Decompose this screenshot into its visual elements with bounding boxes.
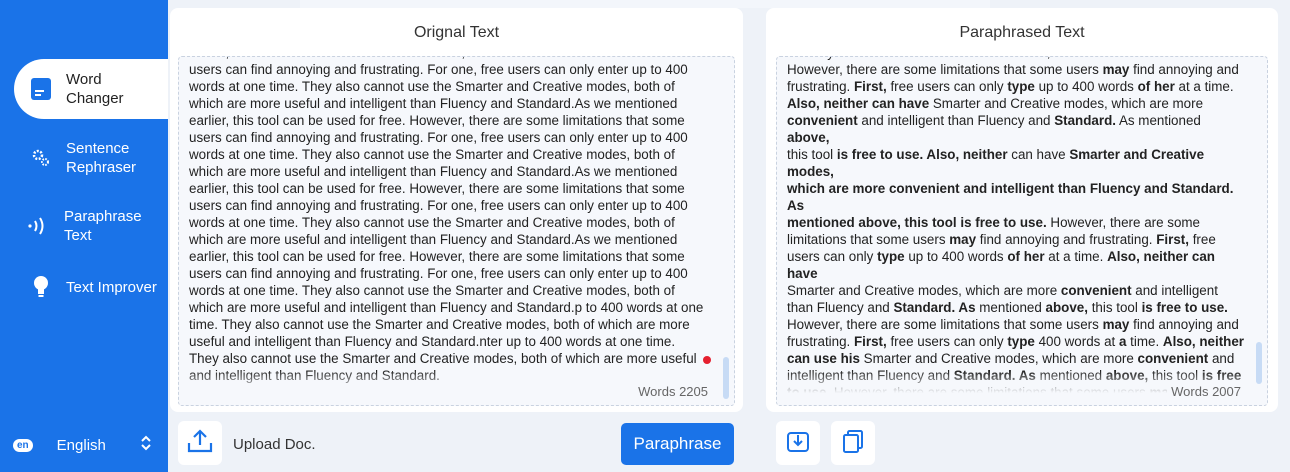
sidebar-item-label: Word bbox=[66, 71, 102, 88]
text-line: earlier, this tool can be used for free.… bbox=[189, 113, 685, 128]
upload-icon bbox=[187, 428, 213, 459]
text-line: words at one time. They also cannot use … bbox=[189, 283, 675, 298]
copy-icon bbox=[841, 429, 865, 458]
upload-button[interactable] bbox=[178, 421, 222, 465]
chevron-up-down-icon bbox=[140, 434, 152, 456]
upload-doc-label[interactable]: Upload Doc. bbox=[233, 436, 316, 453]
language-label: English bbox=[56, 436, 106, 454]
document-icon bbox=[28, 77, 54, 101]
paraphrased-word-count: Words 2007 bbox=[1167, 384, 1245, 399]
top-decoration bbox=[300, 0, 990, 8]
sidebar-item-label: Paraphrase bbox=[64, 208, 142, 225]
sidebar-item-text-improver[interactable]: Text Improver bbox=[14, 271, 168, 303]
paraphrased-text-area[interactable]: Fluency and Standard. As mentioned above… bbox=[776, 56, 1268, 406]
text-line: users can find annoying and frustrating.… bbox=[189, 266, 688, 281]
sound-waves-icon bbox=[26, 216, 52, 236]
text-line: They also cannot use the Smarter and Cre… bbox=[189, 351, 697, 366]
text-line: which are more useful and intelligent th… bbox=[189, 96, 678, 111]
text-line: words at one time. They also cannot use … bbox=[189, 215, 675, 230]
text-line: words at one time. They also cannot use … bbox=[189, 147, 675, 162]
text-line: which are more useful and intelligent th… bbox=[189, 164, 678, 179]
sidebar: Word Changer Sentence Rephraser Paraphrase… bbox=[0, 0, 168, 472]
text-line: earlier, this tool can be used for free.… bbox=[189, 249, 685, 264]
paraphrase-button[interactable]: Paraphrase bbox=[621, 423, 734, 465]
sidebar-item-paraphrase-text[interactable]: Paraphrase Text bbox=[14, 206, 168, 246]
text-line: which are more useful and intelligent th… bbox=[189, 232, 678, 247]
paraphrased-text-content: Fluency and Standard. As mentioned above… bbox=[787, 57, 1245, 405]
paraphrased-panel-title: Paraphrased Text bbox=[959, 24, 1085, 41]
sidebar-item-sentence-rephraser[interactable]: Sentence Rephraser bbox=[14, 138, 168, 178]
text-line: users can find annoying and frustrating.… bbox=[189, 130, 688, 145]
text-line: users can find annoying and frustrating.… bbox=[189, 198, 688, 213]
text-line: time. They also cannot use the Smarter a… bbox=[189, 317, 690, 332]
copy-button[interactable] bbox=[831, 421, 875, 465]
sidebar-item-label: Text Improver bbox=[66, 278, 157, 296]
sidebar-item-label: Changer bbox=[66, 90, 124, 107]
original-panel-title: Orignal Text bbox=[413, 24, 500, 41]
sidebar-item-label: Text bbox=[64, 227, 92, 244]
original-text-content: earlier, this tool can be used for free.… bbox=[189, 57, 712, 384]
text-line: which are more useful and intelligent th… bbox=[189, 300, 704, 315]
text-line: useful and intelligent than Fluency and … bbox=[189, 334, 676, 349]
sidebar-item-label: Sentence bbox=[66, 140, 130, 157]
download-icon bbox=[786, 429, 810, 458]
status-dot bbox=[703, 356, 711, 364]
original-scrollbar[interactable] bbox=[723, 357, 729, 399]
lightbulb-icon bbox=[28, 275, 54, 299]
language-selector[interactable]: en English bbox=[13, 432, 158, 458]
gears-icon bbox=[28, 148, 54, 168]
paraphrased-text-panel: Paraphrased Text Fluency and Standard. A… bbox=[766, 8, 1278, 412]
sidebar-item-word-changer[interactable]: Word Changer bbox=[14, 59, 168, 119]
text-line: users can find annoying and frustrating.… bbox=[189, 62, 688, 77]
original-word-count: Words 2205 bbox=[634, 384, 712, 399]
text-line: earlier, this tool can be used for free.… bbox=[189, 181, 685, 196]
original-text-panel: Orignal Text earlier, this tool can be u… bbox=[170, 8, 743, 412]
language-code-badge: en bbox=[13, 438, 33, 452]
sidebar-item-label: Rephraser bbox=[66, 159, 137, 176]
original-text-area[interactable]: earlier, this tool can be used for free.… bbox=[178, 56, 735, 406]
download-button[interactable] bbox=[776, 421, 820, 465]
paraphrased-scrollbar[interactable] bbox=[1256, 342, 1262, 384]
text-line: words at one time. They also cannot use … bbox=[189, 79, 675, 94]
